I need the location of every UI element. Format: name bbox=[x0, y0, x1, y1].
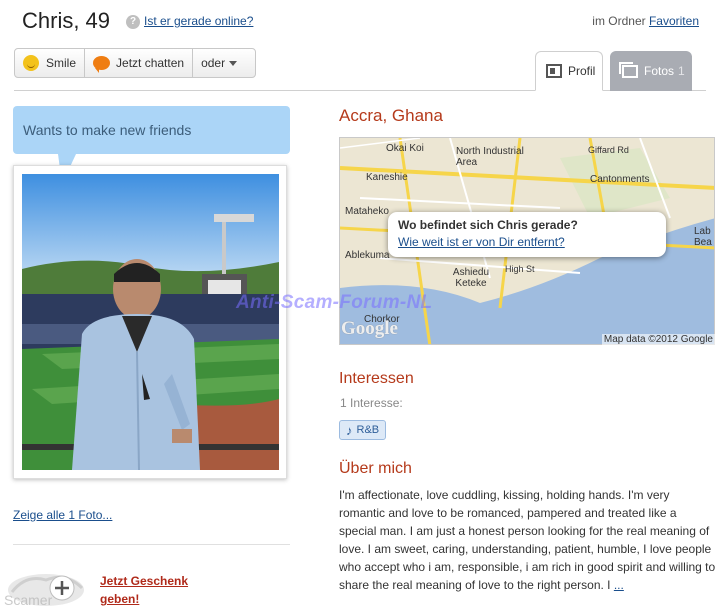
watermark-main: Anti-Scam-Forum-NL bbox=[236, 292, 433, 313]
location-title: Accra, Ghana bbox=[339, 106, 443, 125]
watermark-corner: Scamer bbox=[4, 592, 53, 608]
gift-link[interactable]: Jetzt Geschenk geben! bbox=[100, 572, 188, 608]
status-bubble: Wants to make new friends bbox=[13, 106, 290, 154]
interest-count: 1 Interesse: bbox=[340, 396, 403, 410]
more-label: oder bbox=[201, 56, 226, 70]
smile-label: Smile bbox=[46, 56, 77, 70]
chevron-down-icon bbox=[229, 60, 238, 66]
folder-label: im Ordner bbox=[592, 14, 646, 28]
photos-icon bbox=[619, 61, 638, 78]
help-icon[interactable]: ? bbox=[126, 15, 140, 29]
tab-profil-label: Profil bbox=[568, 64, 596, 78]
map-label-giffard-rd: Giffard Rd bbox=[588, 145, 629, 155]
map-copyright: Map data ©2012 Google bbox=[601, 334, 715, 345]
map-label-ablekuma: Ablekuma bbox=[345, 250, 390, 261]
profile-name-age: Chris, 49 bbox=[22, 8, 111, 33]
read-more-link[interactable]: ... bbox=[614, 578, 624, 592]
online-status-link[interactable]: Ist er gerade online? bbox=[144, 14, 253, 28]
left-separator bbox=[13, 544, 290, 545]
about-text: I'm affectionate, love cuddling, kissing… bbox=[339, 486, 717, 594]
chat-bubble-icon bbox=[93, 56, 111, 73]
map-label-kaneshie: Kaneshie bbox=[366, 172, 408, 183]
map-info-popup: Wo befindet sich Chris gerade? Wie weit … bbox=[388, 212, 666, 257]
more-actions-dropdown[interactable]: oder bbox=[193, 49, 245, 77]
map-label-mataheko: Mataheko bbox=[345, 206, 389, 217]
popup-question: Wo befindet sich Chris gerade? bbox=[398, 218, 578, 232]
about-body: I'm affectionate, love cuddling, kissing… bbox=[339, 488, 716, 592]
interest-tag-rnb[interactable]: ♪ R&B bbox=[339, 420, 387, 440]
action-bar: Smile Jetzt chatten oder bbox=[14, 48, 256, 78]
tab-fotos[interactable]: Fotos 1 bbox=[610, 51, 692, 91]
gift-link-line2[interactable]: geben! bbox=[100, 590, 188, 608]
profile-photo-frame[interactable] bbox=[13, 165, 287, 479]
favorites-link[interactable]: Favoriten bbox=[649, 14, 699, 28]
interest-tag-label: R&B bbox=[356, 424, 380, 436]
chat-label: Jetzt chatten bbox=[116, 56, 185, 70]
smile-button[interactable]: Smile bbox=[15, 49, 86, 77]
distance-link[interactable]: Wie weit ist er von Dir entfernt? bbox=[398, 235, 565, 249]
google-logo: Google bbox=[341, 318, 398, 339]
tab-fotos-label: Fotos bbox=[644, 64, 675, 78]
profile-photo[interactable] bbox=[22, 174, 279, 470]
map-label-ashiedu-keteke: Ashiedu Keteke bbox=[452, 267, 490, 289]
interests-title: Interessen bbox=[339, 370, 414, 387]
map-label-north-industrial: North Industrial Area bbox=[456, 146, 524, 168]
about-title: Über mich bbox=[339, 460, 412, 477]
map-label-lab-bea: Lab Bea bbox=[694, 226, 712, 248]
chat-button[interactable]: Jetzt chatten bbox=[85, 49, 194, 77]
map-label-okai-koi: Okai Koi bbox=[386, 143, 424, 154]
music-note-icon: ♪ bbox=[346, 422, 353, 438]
fotos-count: 1 bbox=[678, 64, 685, 78]
smile-icon bbox=[23, 55, 39, 71]
map-label-cantonments: Cantonments bbox=[590, 174, 650, 185]
show-all-photos-link[interactable]: Zeige alle 1 Foto... bbox=[13, 508, 112, 522]
gift-link-line1[interactable]: Jetzt Geschenk bbox=[100, 572, 188, 590]
profile-card-icon bbox=[546, 64, 562, 78]
map-label-high-st: High St bbox=[505, 264, 535, 274]
folder-info: im Ordner Favoriten bbox=[592, 14, 699, 28]
tab-profil[interactable]: Profil bbox=[535, 51, 603, 91]
